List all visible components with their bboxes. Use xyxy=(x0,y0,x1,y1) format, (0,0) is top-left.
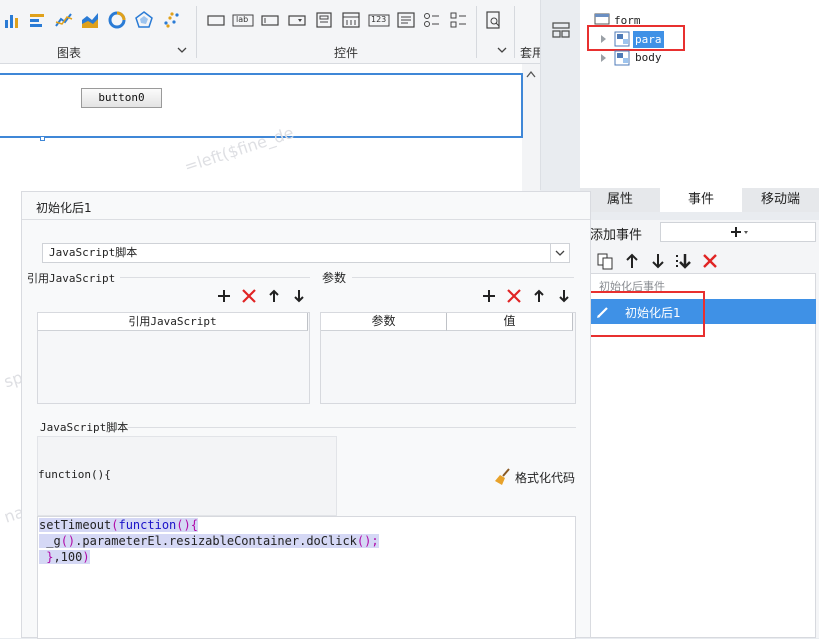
ribbon-separator xyxy=(196,6,197,58)
date-widget-icon[interactable] xyxy=(341,10,361,30)
ref-js-table: 引用JavaScript xyxy=(37,312,310,404)
script-type-select[interactable]: JavaScript脚本 xyxy=(42,243,570,263)
ref-down-icon[interactable] xyxy=(292,289,306,303)
code-token: _g xyxy=(39,534,61,548)
parameter-panel[interactable] xyxy=(0,73,523,138)
code-token: setTimeout xyxy=(39,518,112,532)
code-token: (); xyxy=(356,534,379,548)
value-column-header[interactable]: 值 xyxy=(447,313,573,331)
property-tabs: 属性 事件 移动端 xyxy=(580,188,819,212)
widget-group-label: 控件 xyxy=(334,46,359,60)
code-editor[interactable]: setTimeout(function(){ _g().parameterEl.… xyxy=(37,516,576,639)
number-widget-icon[interactable]: 123 xyxy=(368,10,390,30)
format-code-button[interactable]: 格式化代码 xyxy=(515,469,575,486)
copy-icon[interactable] xyxy=(596,252,614,270)
code-token: () xyxy=(60,534,76,548)
ribbon-separator xyxy=(476,6,477,58)
code-token: (){ xyxy=(176,518,198,532)
ribbon-separator xyxy=(514,6,515,58)
text-field-widget-icon[interactable] xyxy=(260,10,280,30)
scatter-chart-icon[interactable] xyxy=(162,10,182,30)
body-node-icon xyxy=(614,50,630,66)
tab-events[interactable]: 事件 xyxy=(660,188,742,212)
code-token: .parameterEl.resizableContainer.doClick xyxy=(75,534,357,548)
chart-group-label: 图表 xyxy=(57,46,82,60)
param-column-header[interactable]: 参数 xyxy=(321,313,447,331)
chart-group-expand-icon[interactable] xyxy=(176,43,188,57)
move-up-icon[interactable] xyxy=(623,252,641,270)
select-arrow-icon[interactable] xyxy=(550,244,569,262)
form-widget-icon[interactable] xyxy=(314,10,334,30)
search-widget-icon[interactable] xyxy=(484,10,504,30)
add-param-icon[interactable] xyxy=(482,289,496,303)
tab-mobile[interactable]: 移动端 xyxy=(742,188,819,212)
code-token: ) xyxy=(82,550,90,564)
textarea-widget-icon[interactable] xyxy=(396,10,416,30)
widget-group-expand-icon[interactable] xyxy=(496,43,508,57)
add-event-dropdown[interactable] xyxy=(660,222,816,242)
param-up-icon[interactable] xyxy=(532,289,546,303)
ribbon-toolbar: 图表 lab 123 控件 套用 xyxy=(0,0,545,64)
column-chart-icon[interactable] xyxy=(4,10,24,30)
params-table: 参数 值 xyxy=(320,312,576,404)
event-panel: 添加事件 初始化后事件 初始化后1 xyxy=(584,220,819,638)
number-widget-icon-text: 123 xyxy=(371,15,387,24)
title-divider xyxy=(22,219,590,220)
ref-js-section-label: 引用JavaScript xyxy=(27,272,116,285)
tab-properties[interactable]: 属性 xyxy=(580,188,660,212)
add-ref-icon[interactable] xyxy=(217,289,231,303)
broom-icon[interactable] xyxy=(494,468,512,486)
code-token: function xyxy=(118,518,177,532)
widget-tree-panel: form para body xyxy=(580,0,819,188)
code-token: } xyxy=(39,550,54,564)
delete-param-icon[interactable] xyxy=(507,289,521,303)
event-editor-dialog: 初始化后1 JavaScript脚本 引用JavaScript 引用JavaSc… xyxy=(21,191,591,639)
code-line-2: _g().parameterEl.resizableContainer.doCl… xyxy=(39,533,379,549)
dropdown-widget-icon[interactable] xyxy=(287,10,307,30)
param-down-icon[interactable] xyxy=(557,289,571,303)
canvas-scrollbar[interactable] xyxy=(522,64,540,194)
highlight-box-event xyxy=(584,291,705,337)
delete-ref-icon[interactable] xyxy=(242,289,256,303)
move-down-icon[interactable] xyxy=(649,252,667,270)
delete-icon[interactable] xyxy=(701,252,719,270)
side-icon-strip xyxy=(540,0,580,190)
code-line-1: setTimeout(function(){ xyxy=(39,517,198,533)
params-section-label: 参数 xyxy=(322,271,347,285)
area-chart-icon[interactable] xyxy=(81,10,101,30)
add-event-label: 添加事件 xyxy=(590,228,643,243)
radar-chart-icon[interactable] xyxy=(135,10,155,30)
pie-chart-icon[interactable] xyxy=(108,10,128,30)
checkbox-group-widget-icon[interactable] xyxy=(449,10,469,30)
radio-group-widget-icon[interactable] xyxy=(422,10,442,30)
line-chart-icon[interactable] xyxy=(54,10,74,30)
move-bottom-icon[interactable] xyxy=(674,252,694,270)
resize-handle[interactable] xyxy=(40,136,45,141)
section-divider xyxy=(352,277,574,278)
button-widget-icon[interactable] xyxy=(206,10,226,30)
tree-node-body[interactable]: body xyxy=(635,51,662,64)
script-section-label: JavaScript脚本 xyxy=(40,421,129,434)
section-divider xyxy=(120,277,310,278)
component-tree-icon[interactable] xyxy=(551,20,571,40)
code-token: ,100 xyxy=(53,550,83,564)
code-line-3: },100) xyxy=(39,549,90,565)
highlight-box-para xyxy=(587,25,685,51)
function-header: function(){ xyxy=(38,468,111,481)
ref-up-icon[interactable] xyxy=(267,289,281,303)
dialog-title: 初始化后1 xyxy=(36,201,92,215)
expand-arrow-icon[interactable] xyxy=(600,53,608,63)
form-node-icon xyxy=(594,12,610,26)
bar-chart-icon[interactable] xyxy=(28,10,48,30)
label-widget-icon[interactable]: lab xyxy=(232,10,254,30)
section-divider xyxy=(128,427,576,428)
ref-js-column-header[interactable]: 引用JavaScript xyxy=(38,313,308,331)
button0-widget[interactable]: button0 xyxy=(81,88,162,108)
label-widget-icon-text: lab xyxy=(236,15,249,24)
